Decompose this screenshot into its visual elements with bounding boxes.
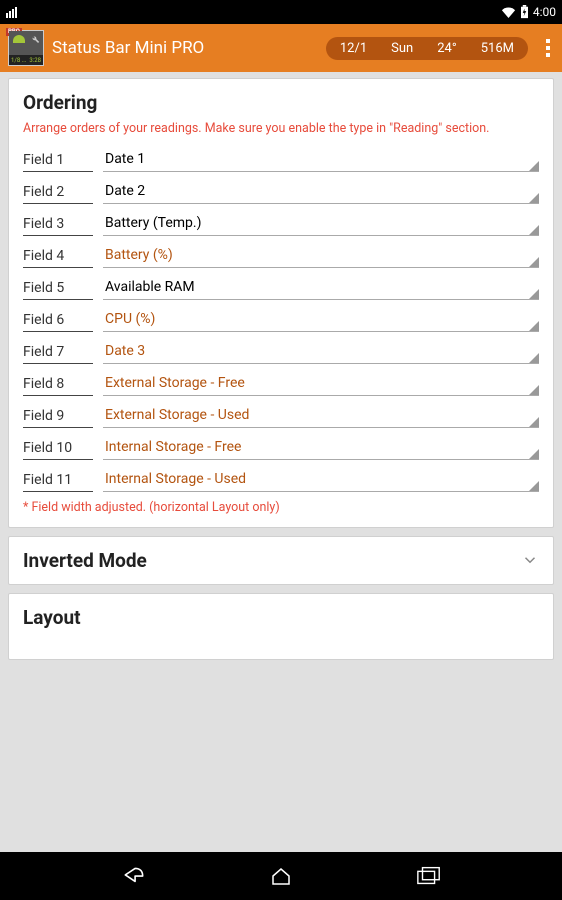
overflow-menu-icon[interactable]	[542, 33, 554, 63]
field-value: Date 3	[105, 343, 145, 359]
field-spinner[interactable]: External Storage - Used	[103, 404, 539, 428]
app-title: Status Bar Mini PRO	[52, 38, 204, 58]
status-pill[interactable]: 12/1 Sun 24° 516M	[326, 37, 528, 60]
ordering-desc: Arrange orders of your readings. Make su…	[23, 120, 539, 138]
home-button[interactable]	[267, 862, 295, 890]
spinner-triangle-icon	[529, 225, 539, 235]
chevron-down-icon	[521, 551, 539, 569]
field-spinner[interactable]: Date 3	[103, 340, 539, 364]
pill-mem: 516M	[481, 41, 514, 56]
field-label: Field 4	[23, 248, 93, 268]
field-row: Field 9 External Storage - Used	[23, 404, 539, 428]
field-label: Field 5	[23, 280, 93, 300]
inverted-mode-card[interactable]: Inverted Mode	[8, 536, 554, 585]
field-label: Field 2	[23, 184, 93, 204]
field-row: Field 7 Date 3	[23, 340, 539, 364]
spinner-triangle-icon	[529, 321, 539, 331]
pill-date: 12/1	[340, 41, 367, 56]
field-spinner[interactable]: Internal Storage - Free	[103, 436, 539, 460]
field-row: Field 2 Date 2	[23, 180, 539, 204]
spinner-triangle-icon	[529, 193, 539, 203]
recent-apps-button[interactable]	[415, 862, 443, 890]
field-spinner[interactable]: CPU (%)	[103, 308, 539, 332]
field-value: Battery (Temp.)	[105, 215, 201, 231]
field-value: Internal Storage - Used	[105, 471, 246, 487]
field-label: Field 10	[23, 440, 93, 460]
wifi-icon	[501, 6, 516, 18]
field-value: Available RAM	[105, 279, 195, 295]
battery-charging-icon	[520, 5, 529, 19]
field-row: Field 11 Internal Storage - Used	[23, 468, 539, 492]
app-icon[interactable]: PRO 1/8 ... 3:28	[8, 30, 44, 66]
field-row: Field 1 Date 1	[23, 148, 539, 172]
field-spinner[interactable]: External Storage - Free	[103, 372, 539, 396]
field-row: Field 3 Battery (Temp.)	[23, 212, 539, 236]
wrench-icon	[30, 34, 40, 44]
app-action-bar: PRO 1/8 ... 3:28 Status Bar Mini PRO 12/…	[0, 24, 562, 72]
field-value: External Storage - Used	[105, 407, 249, 423]
field-row: Field 6 CPU (%)	[23, 308, 539, 332]
layout-title: Layout	[23, 606, 81, 629]
field-spinner[interactable]: Internal Storage - Used	[103, 468, 539, 492]
field-row: Field 10 Internal Storage - Free	[23, 436, 539, 460]
field-value: External Storage - Free	[105, 375, 245, 391]
field-value: Battery (%)	[105, 247, 173, 263]
field-value: Date 1	[105, 151, 145, 167]
inverted-mode-title: Inverted Mode	[23, 549, 147, 572]
field-label: Field 1	[23, 152, 93, 172]
spinner-triangle-icon	[529, 417, 539, 427]
ordering-footnote: * Field width adjusted. (horizontal Layo…	[23, 500, 539, 515]
back-button[interactable]	[120, 862, 148, 890]
ordering-title: Ordering	[23, 91, 539, 114]
field-row: Field 5 Available RAM	[23, 276, 539, 300]
field-spinner[interactable]: Date 1	[103, 148, 539, 172]
spinner-triangle-icon	[529, 161, 539, 171]
content-scroll[interactable]: Ordering Arrange orders of your readings…	[0, 72, 562, 852]
spinner-triangle-icon	[529, 385, 539, 395]
spinner-triangle-icon	[529, 449, 539, 459]
field-row: Field 8 External Storage - Free	[23, 372, 539, 396]
signal-bars-icon	[6, 7, 17, 18]
field-row: Field 4 Battery (%)	[23, 244, 539, 268]
spinner-triangle-icon	[529, 353, 539, 363]
pill-temp: 24°	[437, 41, 456, 56]
field-label: Field 9	[23, 408, 93, 428]
field-spinner[interactable]: Available RAM	[103, 276, 539, 300]
spinner-triangle-icon	[529, 257, 539, 267]
field-value: CPU (%)	[105, 311, 155, 327]
field-spinner[interactable]: Battery (Temp.)	[103, 212, 539, 236]
field-label: Field 6	[23, 312, 93, 332]
field-label: Field 3	[23, 216, 93, 236]
pill-day: Sun	[391, 41, 413, 56]
field-value: Date 2	[105, 183, 145, 199]
android-nav-bar	[0, 852, 562, 900]
spinner-triangle-icon	[529, 289, 539, 299]
field-spinner[interactable]: Battery (%)	[103, 244, 539, 268]
ordering-card: Ordering Arrange orders of your readings…	[8, 78, 554, 528]
field-value: Internal Storage - Free	[105, 439, 241, 455]
layout-card[interactable]: Layout	[8, 593, 554, 660]
field-label: Field 8	[23, 376, 93, 396]
android-status-bar: 4:00	[0, 0, 562, 24]
field-label: Field 11	[23, 472, 93, 492]
spinner-triangle-icon	[529, 481, 539, 491]
clock-text: 4:00	[533, 5, 556, 19]
field-spinner[interactable]: Date 2	[103, 180, 539, 204]
field-label: Field 7	[23, 344, 93, 364]
